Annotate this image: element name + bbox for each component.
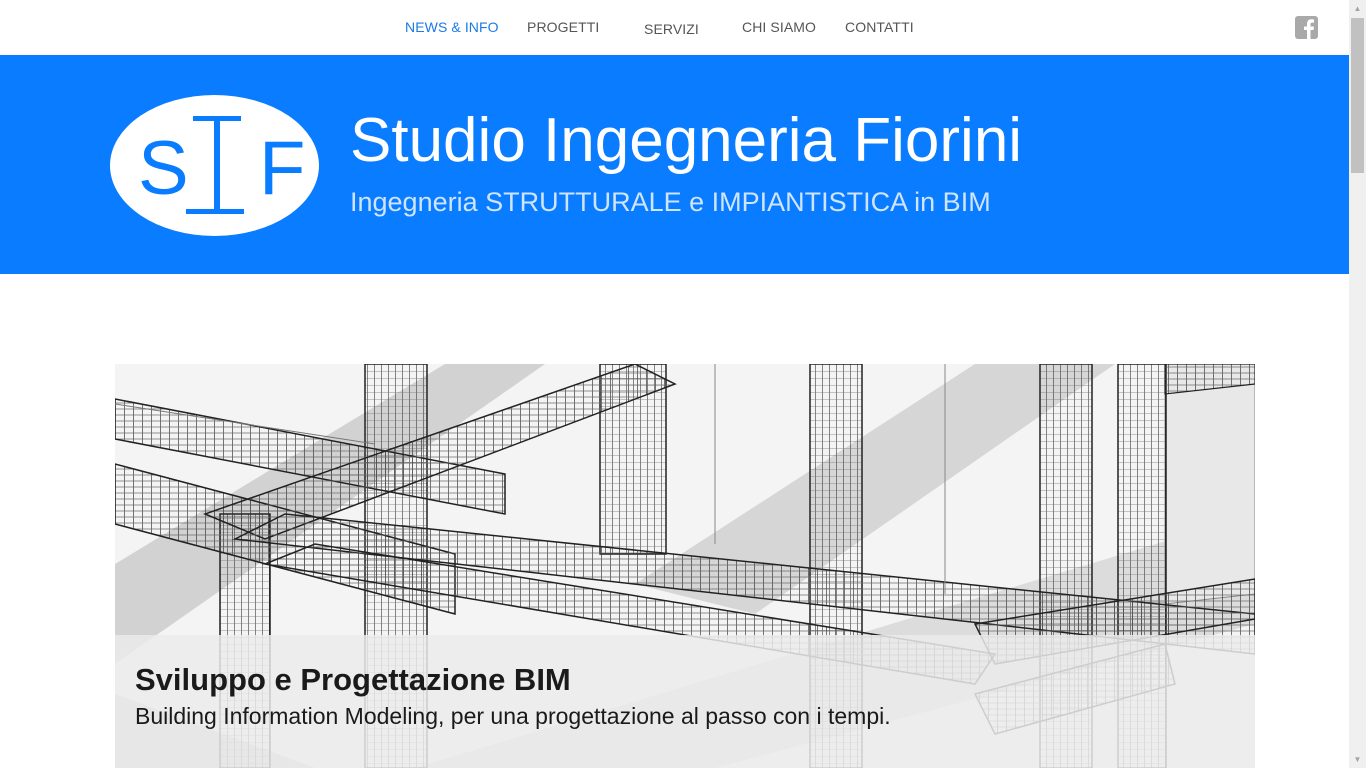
scroll-thumb[interactable] (1351, 18, 1364, 173)
bim-banner[interactable]: Sviluppo e Progettazione BIM Building In… (115, 364, 1255, 768)
scrollbar[interactable]: ▲ ▼ (1349, 0, 1366, 768)
scroll-down-arrow-icon[interactable]: ▼ (1349, 751, 1366, 768)
nav-news-info[interactable]: NEWS & INFO (405, 19, 499, 35)
site-title: Studio Ingegneria Fiorini (350, 106, 1023, 175)
svg-text:S: S (138, 126, 189, 211)
scroll-up-arrow-icon[interactable]: ▲ (1349, 0, 1366, 17)
banner-caption: Sviluppo e Progettazione BIM Building In… (115, 635, 1255, 768)
banner-text: Building Information Modeling, per una p… (135, 703, 891, 729)
top-navigation: NEWS & INFO PROGETTI SERVIZI CHI SIAMO C… (0, 0, 1349, 55)
nav-servizi[interactable]: SERVIZI (644, 21, 699, 37)
nav-progetti[interactable]: PROGETTI (527, 19, 599, 35)
site-header: S F Studio Ingegneria Fiorini Ingegneria… (0, 55, 1349, 274)
nav-chi-siamo[interactable]: CHI SIAMO (742, 19, 816, 35)
site-subtitle: Ingegneria STRUTTURALE e IMPIANTISTICA i… (350, 187, 991, 217)
page: NEWS & INFO PROGETTI SERVIZI CHI SIAMO C… (0, 0, 1366, 768)
banner-title: Sviluppo e Progettazione BIM (135, 662, 571, 697)
nav-contatti[interactable]: CONTATTI (845, 19, 914, 35)
svg-text:F: F (259, 126, 305, 211)
facebook-icon[interactable] (1295, 16, 1318, 39)
sif-logo[interactable]: S F (109, 94, 320, 237)
